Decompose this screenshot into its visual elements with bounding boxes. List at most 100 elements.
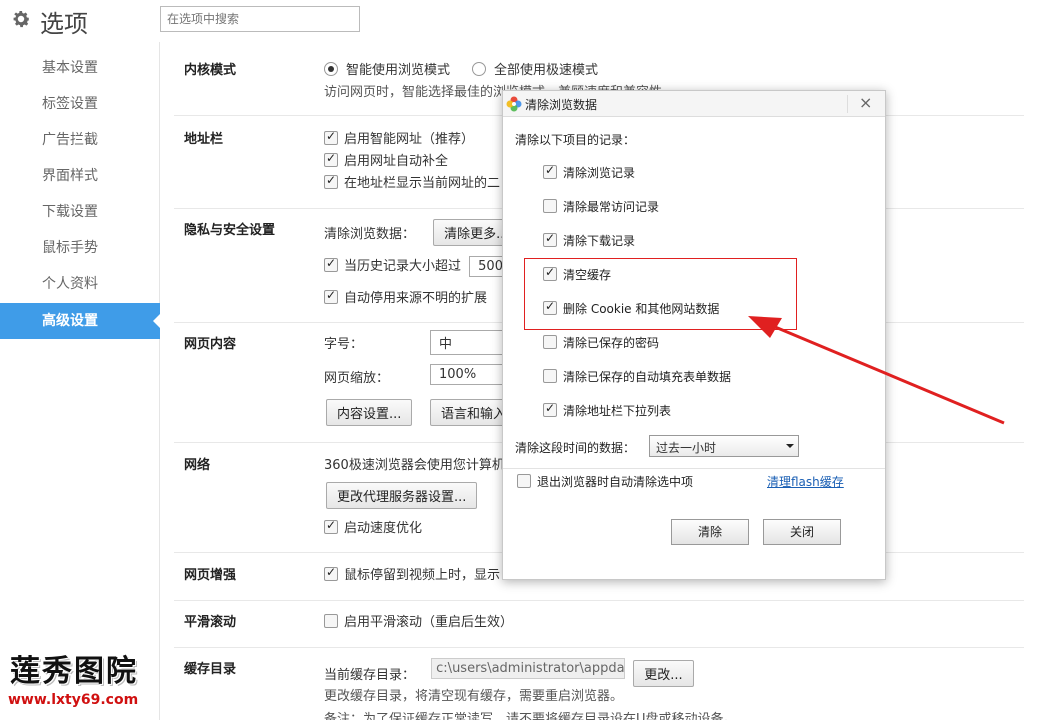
dialog-item-label: 清除已保存的自动填充表单数据 — [563, 370, 732, 384]
checkbox[interactable] — [543, 199, 557, 213]
gear-icon — [13, 11, 30, 28]
checkbox[interactable] — [324, 288, 338, 304]
kernel-fast-label: 全部使用极速模式 — [494, 63, 599, 78]
proxy-row: 更改代理服务器设置... — [326, 482, 478, 509]
cache-row: 当前缓存目录： c:\users\administrator\appdata\ … — [324, 658, 694, 687]
period-label: 清除这段时间的数据： — [515, 441, 636, 455]
checkbox[interactable] — [543, 163, 557, 179]
sidebar-item-advanced[interactable]: 高级设置 — [0, 303, 160, 339]
smooth-row[interactable]: 启用平滑滚动（重启后生效） — [324, 611, 513, 630]
header: 选项 — [0, 0, 1062, 42]
checkbox[interactable] — [324, 256, 338, 272]
speed-opt-label: 启动速度优化 — [344, 521, 423, 536]
sidebar-item-profile[interactable]: 个人资料 — [0, 266, 160, 302]
browser-logo-icon — [506, 96, 522, 112]
section-label-cache: 缓存目录 — [184, 662, 237, 677]
enhance-row[interactable]: 鼠标停留到视频上时，显示 — [324, 564, 500, 583]
section-label-smooth: 平滑滚动 — [184, 615, 237, 630]
cache-path-field[interactable]: c:\users\administrator\appdata\ — [431, 658, 626, 679]
dialog-item-label: 清除下载记录 — [563, 234, 636, 248]
close-icon[interactable]: × — [859, 93, 872, 112]
addressbar-opt3[interactable]: 在地址栏显示当前网址的二 — [324, 172, 500, 191]
network-desc: 360极速浏览器会使用您计算机 — [324, 458, 505, 473]
radio-fast[interactable] — [472, 62, 486, 76]
page-title: 选项 — [40, 10, 88, 38]
checkbox[interactable] — [324, 518, 338, 534]
clear-data-label: 清除浏览数据： — [324, 227, 416, 242]
sidebar-item-adblock[interactable]: 广告拦截 — [0, 122, 160, 158]
cache-note1: 更改缓存目录，将清空现有缓存，需要重启浏览器。 — [324, 689, 624, 704]
dialog-item-label: 清除地址栏下拉列表 — [563, 404, 672, 418]
ext-disable-label: 自动停用来源不明的扩展 — [344, 291, 488, 306]
annotation-arrow — [748, 316, 1005, 425]
addressbar-opt3-label: 在地址栏显示当前网址的二 — [344, 176, 501, 191]
checkbox[interactable] — [324, 173, 338, 189]
dialog-item-passwords[interactable]: 清除已保存的密码 — [543, 334, 659, 351]
addressbar-opt2[interactable]: 启用网址自动补全 — [324, 150, 448, 169]
checkbox[interactable] — [324, 565, 338, 581]
watermark-title: 莲秀图院 — [10, 654, 138, 689]
period-select[interactable]: 过去一小时 — [649, 435, 799, 457]
section-label-network: 网络 — [184, 458, 211, 473]
speed-opt-row[interactable]: 启动速度优化 — [324, 517, 422, 536]
radio-smart[interactable] — [324, 62, 338, 76]
checkbox[interactable] — [324, 151, 338, 167]
checkbox[interactable] — [543, 401, 557, 417]
checkbox[interactable] — [543, 335, 557, 349]
dialog-item-label: 清除浏览记录 — [563, 166, 636, 180]
sidebar-item-download[interactable]: 下载设置 — [0, 194, 160, 230]
clear-button[interactable]: 清除 — [671, 519, 749, 545]
dialog-intro: 清除以下项目的记录： — [515, 133, 636, 147]
checkbox[interactable] — [324, 129, 338, 145]
cache-change-button[interactable]: 更改... — [633, 660, 694, 687]
history-limit-row: 当历史记录大小超过 5000 — [324, 255, 521, 277]
sidebar-item-tabs[interactable]: 标签设置 — [0, 86, 160, 122]
watermark-url: www.lxty69.com — [8, 692, 139, 708]
checkbox[interactable] — [543, 369, 557, 383]
titlebar-separator — [847, 95, 848, 113]
privacy-clear-row: 清除浏览数据： 清除更多... — [324, 219, 520, 246]
addressbar-opt1-label: 启用智能网址（推荐） — [344, 132, 475, 147]
sidebar: 基本设置 标签设置 广告拦截 界面样式 下载设置 鼠标手势 个人资料 高级设置 — [0, 42, 160, 720]
cache-note2: 备注：为了保证缓存正常读写，请不要将缓存目录设在U盘或移动设备。 — [324, 712, 737, 720]
dialog-item-history[interactable]: 清除浏览记录 — [543, 163, 636, 181]
section-label-enhance: 网页增强 — [184, 568, 237, 583]
cache-current-label: 当前缓存目录： — [324, 668, 416, 683]
watermark-logo: 莲秀图院 www.lxty69.com — [6, 646, 156, 716]
kernel-fast-option[interactable]: 全部使用极速模式 — [472, 59, 598, 78]
exit-clear-option[interactable]: 退出浏览器时自动清除选中项 — [517, 473, 693, 490]
dialog-titlebar: 清除浏览数据 × — [503, 91, 885, 117]
dialog-title: 清除浏览数据 — [525, 98, 598, 112]
section-label-webcontent: 网页内容 — [184, 337, 237, 352]
dialog-item-autofill[interactable]: 清除已保存的自动填充表单数据 — [543, 368, 731, 385]
dialog-item-most-visited[interactable]: 清除最常访问记录 — [543, 198, 659, 215]
clear-flash-link[interactable]: 清理flash缓存 — [767, 473, 844, 490]
close-button[interactable]: 关闭 — [763, 519, 841, 545]
dialog-item-label: 清除最常访问记录 — [563, 200, 660, 214]
checkbox[interactable] — [517, 474, 531, 488]
section-label-addressbar: 地址栏 — [184, 132, 224, 147]
ext-disable-row[interactable]: 自动停用来源不明的扩展 — [324, 287, 487, 306]
history-limit-label: 当历史记录大小超过 — [344, 259, 462, 274]
proxy-settings-button[interactable]: 更改代理服务器设置... — [326, 482, 478, 509]
content-settings-button[interactable]: 内容设置... — [326, 399, 413, 426]
search-input[interactable] — [160, 6, 360, 32]
sidebar-item-appearance[interactable]: 界面样式 — [0, 158, 160, 194]
exit-clear-label: 退出浏览器时自动清除选中项 — [537, 475, 694, 489]
period-value: 过去一小时 — [656, 441, 717, 455]
dialog-item-address-dropdown[interactable]: 清除地址栏下拉列表 — [543, 401, 672, 419]
addressbar-opt1[interactable]: 启用智能网址（推荐） — [324, 128, 474, 147]
sidebar-item-basic[interactable]: 基本设置 — [0, 50, 160, 86]
section-label-kernel: 内核模式 — [184, 63, 237, 78]
kernel-smart-label: 智能使用浏览模式 — [346, 63, 451, 78]
dialog-item-label: 清除已保存的密码 — [563, 336, 660, 350]
content-settings-button-row: 内容设置... — [326, 399, 413, 426]
section-label-privacy: 隐私与安全设置 — [184, 223, 276, 238]
dialog-item-downloads[interactable]: 清除下载记录 — [543, 231, 636, 249]
dialog-divider — [503, 468, 885, 469]
enhance-label: 鼠标停留到视频上时，显示 — [344, 568, 501, 583]
kernel-smart-option[interactable]: 智能使用浏览模式 — [324, 59, 450, 78]
checkbox[interactable] — [543, 231, 557, 247]
sidebar-item-gestures[interactable]: 鼠标手势 — [0, 230, 160, 266]
checkbox[interactable] — [324, 614, 338, 628]
